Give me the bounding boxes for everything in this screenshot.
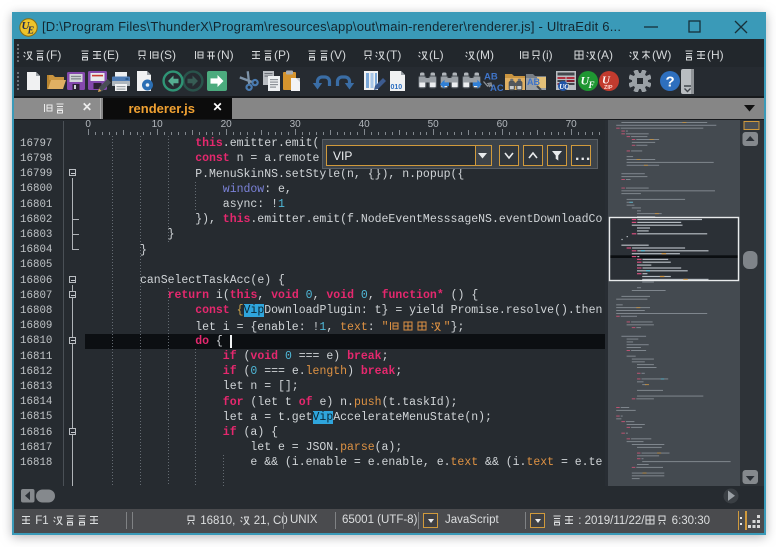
svg-text:E: E bbox=[27, 25, 35, 36]
